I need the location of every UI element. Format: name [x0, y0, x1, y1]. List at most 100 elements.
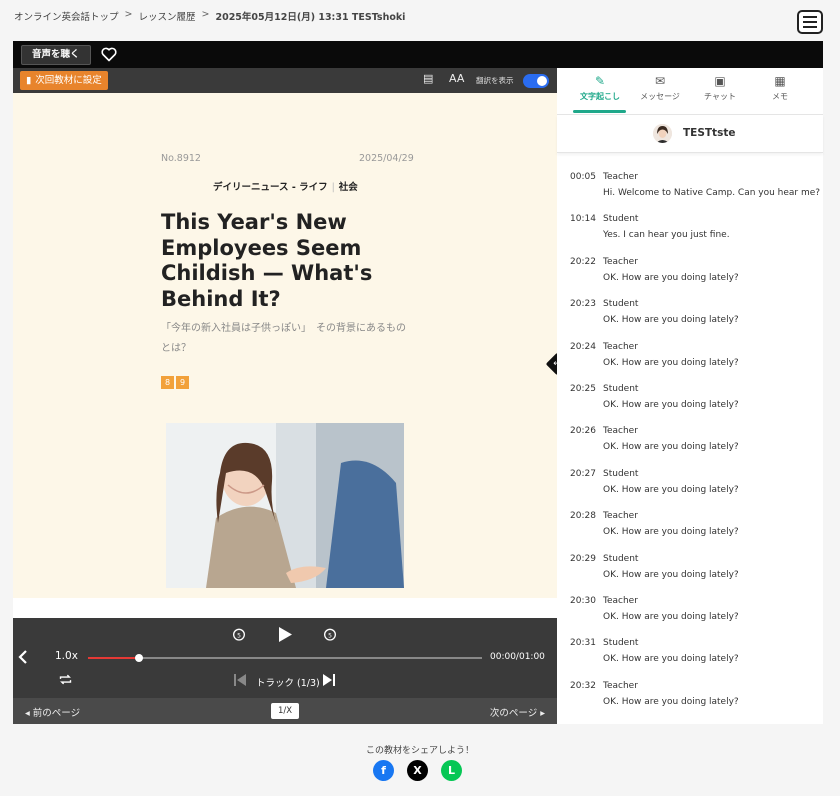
transcript-row: 20:25 Student OK. How are you doing lately…: [557, 384, 823, 426]
line-icon[interactable]: L: [441, 760, 462, 781]
set-next-material-button[interactable]: ▮ 次回教材に設定: [20, 71, 108, 90]
progress-fill: [88, 657, 140, 659]
transcript-row: 20:28 Teacher OK. How are you doing lately…: [557, 511, 823, 553]
tab-label: 文字起こし: [580, 92, 620, 101]
transcript-speaker: Student: [603, 553, 639, 564]
hamburger-menu-icon[interactable]: [797, 10, 823, 34]
transcript-text: OK. How are you doing lately?: [603, 569, 739, 580]
prev-page-link[interactable]: ◂ 前のページ: [25, 705, 80, 719]
transcript-time: 00:05: [570, 172, 596, 182]
transcript-time: 20:26: [570, 426, 596, 437]
next-page-label: 次のページ: [489, 708, 538, 719]
message-icon: ✉: [654, 74, 666, 88]
page-navigation: ◂ 前のページ 1/X 次のページ ▸: [13, 698, 557, 724]
playback-speed[interactable]: 1.0x: [55, 650, 78, 662]
transcript-text: Yes. I can hear you just fine.: [603, 230, 730, 241]
bookmark-icon: ▮: [26, 75, 32, 86]
tab-memo[interactable]: ▦ メモ: [747, 74, 813, 102]
memo-icon: ▦: [774, 74, 786, 88]
top-bar: オンライン英会話トップ > レッスン履歴 > 2025年05月12日(月) 13…: [0, 0, 840, 42]
article-photo: [166, 423, 404, 588]
tab-message[interactable]: ✉ メッセージ: [627, 74, 693, 102]
transcript-time: 20:31: [570, 638, 596, 649]
transcript-row: 20:23 Student OK. How are you doing lately…: [557, 299, 823, 341]
next-page-link[interactable]: 次のページ ▸: [490, 705, 545, 719]
transcript-speaker: Student: [603, 468, 639, 479]
transcript-text: OK. How are you doing lately?: [603, 357, 739, 368]
transcript-row: 20:30 Teacher OK. How are you doing lately…: [557, 596, 823, 638]
breadcrumb-current: 2025年05月12日(月) 13:31 TESTshoki: [215, 12, 406, 23]
progress-knob[interactable]: [135, 654, 144, 662]
breadcrumb-history[interactable]: レッスン履歴: [138, 9, 195, 23]
transcript-text: OK. How are you doing lately?: [603, 272, 739, 283]
transcript-text: OK. How are you doing lately?: [603, 611, 739, 622]
previous-track-icon[interactable]: [234, 674, 246, 686]
transcript-list: 00:05 Teacher Hi. Welcome to Native Camp. …: [557, 172, 823, 723]
audio-player: 5 5 1.0x 00:00/01:00 トラック (1/3): [13, 618, 557, 698]
teacher-header: TESTtste: [557, 115, 823, 153]
x-icon[interactable]: X: [407, 760, 428, 781]
category-main: デイリーニュース - ライフ: [213, 182, 328, 193]
transcript-time: 20:23: [570, 299, 596, 310]
side-tabs: ✎ 文字起こし ✉ メッセージ ▣ チャット ▦ メモ: [557, 68, 823, 115]
font-size-icon[interactable]: AA: [449, 72, 464, 85]
transcript-time: 20:22: [570, 256, 596, 267]
transcript-time: 20:28: [570, 511, 596, 522]
article-title: This Year's New Employees Seem Childish …: [161, 210, 373, 311]
transcript-text: Hi. Welcome to Native Camp. Can you hear…: [603, 188, 821, 198]
article-page: No.8912 2025/04/29 デイリーニュース - ライフ | 社会 Thi…: [13, 93, 557, 598]
forward-5-icon[interactable]: 5: [322, 626, 338, 642]
transcript-row: 10:14 Student Yes. I can hear you just fin…: [557, 214, 823, 256]
translation-toggle[interactable]: [523, 74, 549, 88]
transcript-text: OK. How are you doing lately?: [603, 527, 739, 538]
teacher-name: TESTtste: [683, 127, 736, 139]
page-indicator: 1/X: [271, 703, 299, 719]
tab-chat[interactable]: ▣ チャット: [687, 74, 753, 102]
transcript-row: 20:24 Teacher OK. How are you doing lately…: [557, 342, 823, 384]
transcript-row: 20:29 Student OK. How are you doing lately…: [557, 554, 823, 596]
transcript-row: 20:26 Teacher OK. How are you doing lately…: [557, 426, 823, 468]
transcript-speaker: Teacher: [603, 511, 638, 522]
transcript-time: 20:27: [570, 468, 596, 479]
prev-page-label: 前のページ: [32, 708, 81, 719]
transcript-row: 20:27 Student OK. How are you doing lately…: [557, 469, 823, 511]
breadcrumb-home[interactable]: オンライン英会話トップ: [14, 9, 119, 23]
track-label: トラック (1/3): [256, 678, 320, 689]
set-next-material-label: 次回教材に設定: [35, 75, 102, 86]
play-icon[interactable]: [277, 626, 293, 643]
transcript-speaker: Teacher: [603, 256, 638, 267]
avatar: [653, 124, 672, 143]
rewind-5-icon[interactable]: 5: [231, 626, 247, 642]
level-badge: 9: [176, 376, 189, 389]
tab-transcript[interactable]: ✎ 文字起こし: [567, 74, 633, 102]
transcript-time: 20:24: [570, 341, 596, 352]
transcript-speaker: Student: [603, 638, 639, 649]
tab-label: メモ: [772, 92, 788, 101]
transcript-speaker: Teacher: [603, 172, 638, 182]
breadcrumb-separator: >: [124, 9, 133, 20]
next-track-icon[interactable]: [323, 674, 335, 686]
article-subtitle: 「今年の新入社員は子供っぽい」 その背景にあるものとは？: [161, 323, 406, 354]
material-topbar: 音声を聴く: [13, 41, 823, 68]
playback-time: 00:00/01:00: [490, 652, 545, 662]
chat-icon: ▣: [714, 74, 726, 88]
transcript-icon: ✎: [594, 74, 606, 88]
heart-icon[interactable]: [101, 47, 117, 62]
repeat-icon[interactable]: [58, 673, 73, 686]
transcript-row: 00:05 Teacher Hi. Welcome to Native Camp. …: [557, 172, 823, 214]
breadcrumb: オンライン英会話トップ > レッスン履歴 > 2025年05月12日(月) 13…: [14, 9, 405, 23]
chevron-left-icon[interactable]: [17, 649, 29, 665]
transcript-time: 20:25: [570, 383, 596, 394]
transcript-text: OK. How are you doing lately?: [603, 696, 739, 707]
breadcrumb-separator: >: [201, 9, 210, 20]
transcript-speaker: Teacher: [603, 680, 638, 691]
progress-track[interactable]: [88, 654, 482, 662]
transcript-row: 20:32 Teacher OK. How are you doing lately…: [557, 681, 823, 723]
transcript-text: OK. How are you doing lately?: [603, 484, 739, 495]
transcript-time: 20:30: [570, 595, 596, 606]
facebook-icon[interactable]: f: [373, 760, 394, 781]
page-view-icon[interactable]: ▤: [423, 72, 433, 85]
listen-audio-button[interactable]: 音声を聴く: [21, 45, 91, 65]
transcript-speaker: Teacher: [603, 341, 638, 352]
transcript-text: OK. How are you doing lately?: [603, 399, 739, 410]
